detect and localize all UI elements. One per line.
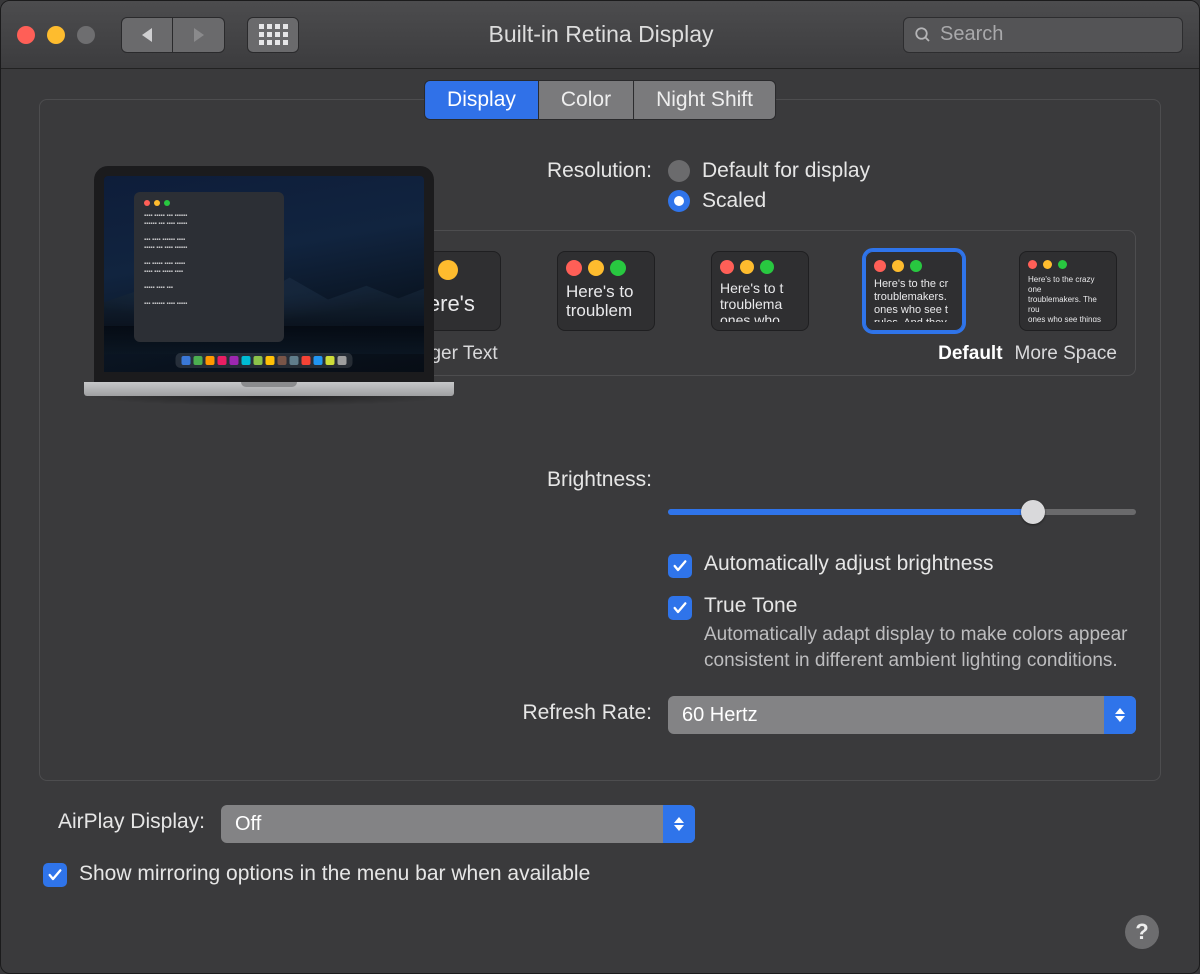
auto-brightness-checkbox[interactable]: Automatically adjust brightness bbox=[668, 552, 1136, 578]
resolution-label: Resolution: bbox=[504, 156, 668, 186]
content-area: Display Color Night Shift ▪▪▪▪ ▪▪▪▪▪ ▪▪▪… bbox=[1, 69, 1199, 973]
back-button[interactable] bbox=[121, 17, 173, 53]
window-controls bbox=[17, 26, 95, 44]
resolution-thumb-3[interactable]: Here's to the cr troublemakers. ones who… bbox=[865, 251, 963, 331]
thumb-label-more: More Space bbox=[1015, 343, 1117, 365]
display-preferences-window: Built-in Retina Display Search Display C… bbox=[0, 0, 1200, 974]
minimize-window-button[interactable] bbox=[47, 26, 65, 44]
forward-button[interactable] bbox=[173, 17, 225, 53]
settings-column: Resolution: Default for display Scaled bbox=[504, 156, 1136, 746]
footer: AirPlay Display: Off Show mirroring opti… bbox=[39, 781, 1161, 887]
settings-panel: Display Color Night Shift ▪▪▪▪ ▪▪▪▪▪ ▪▪▪… bbox=[39, 99, 1161, 781]
help-button[interactable]: ? bbox=[1125, 915, 1159, 949]
chevron-right-icon bbox=[194, 28, 204, 42]
tab-bar: Display Color Night Shift bbox=[424, 80, 776, 120]
tab-night-shift[interactable]: Night Shift bbox=[634, 81, 775, 119]
tab-display[interactable]: Display bbox=[425, 81, 539, 119]
mirroring-checkbox[interactable]: Show mirroring options in the menu bar w… bbox=[43, 861, 1157, 887]
chevron-left-icon bbox=[142, 28, 152, 42]
zoom-window-button[interactable] bbox=[77, 26, 95, 44]
resolution-thumb-1[interactable]: Here's to troublem bbox=[557, 251, 655, 331]
radio-icon bbox=[668, 190, 690, 212]
grid-icon bbox=[259, 24, 288, 45]
resolution-scaled-radio[interactable]: Scaled bbox=[668, 186, 1136, 216]
display-preview: ▪▪▪▪ ▪▪▪▪▪ ▪▪▪ ▪▪▪▪▪▪▪▪▪▪▪▪ ▪▪▪ ▪▪▪▪ ▪▪▪… bbox=[64, 156, 464, 746]
resolution-scaled-label: Scaled bbox=[702, 189, 766, 213]
checkbox-icon bbox=[43, 863, 67, 887]
refresh-rate-select[interactable]: 60 Hertz bbox=[668, 696, 1136, 734]
show-all-button[interactable] bbox=[247, 17, 299, 53]
airplay-value: Off bbox=[235, 813, 261, 836]
brightness-label: Brightness: bbox=[504, 465, 668, 495]
nav-buttons bbox=[121, 17, 225, 53]
airplay-select[interactable]: Off bbox=[221, 805, 695, 843]
search-placeholder: Search bbox=[940, 23, 1003, 46]
select-stepper-icon bbox=[1104, 696, 1136, 734]
select-stepper-icon bbox=[663, 805, 695, 843]
tab-color[interactable]: Color bbox=[539, 81, 634, 119]
search-icon bbox=[914, 26, 932, 44]
refresh-rate-label: Refresh Rate: bbox=[504, 698, 668, 728]
mirroring-label: Show mirroring options in the menu bar w… bbox=[79, 862, 590, 886]
refresh-rate-value: 60 Hertz bbox=[682, 704, 758, 727]
search-field[interactable]: Search bbox=[903, 17, 1183, 53]
resolution-default-label: Default for display bbox=[702, 159, 870, 183]
radio-icon bbox=[668, 160, 690, 182]
auto-brightness-label: Automatically adjust brightness bbox=[704, 552, 993, 576]
airplay-label: AirPlay Display: bbox=[43, 807, 221, 837]
thumb-label-default: Default bbox=[938, 343, 1002, 365]
slider-knob[interactable] bbox=[1021, 500, 1045, 524]
true-tone-label: True Tone bbox=[704, 594, 1136, 618]
true-tone-description: Automatically adapt display to make colo… bbox=[704, 622, 1136, 674]
close-window-button[interactable] bbox=[17, 26, 35, 44]
checkbox-icon bbox=[668, 596, 692, 620]
resolution-default-radio[interactable]: Default for display bbox=[668, 156, 1136, 186]
laptop-illustration: ▪▪▪▪ ▪▪▪▪▪ ▪▪▪ ▪▪▪▪▪▪▪▪▪▪▪▪ ▪▪▪ ▪▪▪▪ ▪▪▪… bbox=[84, 166, 444, 406]
main-area: ▪▪▪▪ ▪▪▪▪▪ ▪▪▪ ▪▪▪▪▪▪▪▪▪▪▪▪ ▪▪▪ ▪▪▪▪ ▪▪▪… bbox=[64, 100, 1136, 746]
resolution-thumbnails: Here's Here's to troublem Here's to t tr… bbox=[384, 230, 1136, 376]
titlebar: Built-in Retina Display Search bbox=[1, 1, 1199, 69]
window-title: Built-in Retina Display bbox=[311, 21, 891, 48]
brightness-slider[interactable] bbox=[668, 500, 1136, 524]
resolution-thumb-4[interactable]: Here's to the crazy one troublemakers. T… bbox=[1019, 251, 1117, 331]
slider-fill bbox=[668, 509, 1033, 515]
resolution-thumb-2[interactable]: Here's to t troublema ones who bbox=[711, 251, 809, 331]
true-tone-checkbox[interactable]: True Tone Automatically adapt display to… bbox=[668, 594, 1136, 674]
checkbox-icon bbox=[668, 554, 692, 578]
